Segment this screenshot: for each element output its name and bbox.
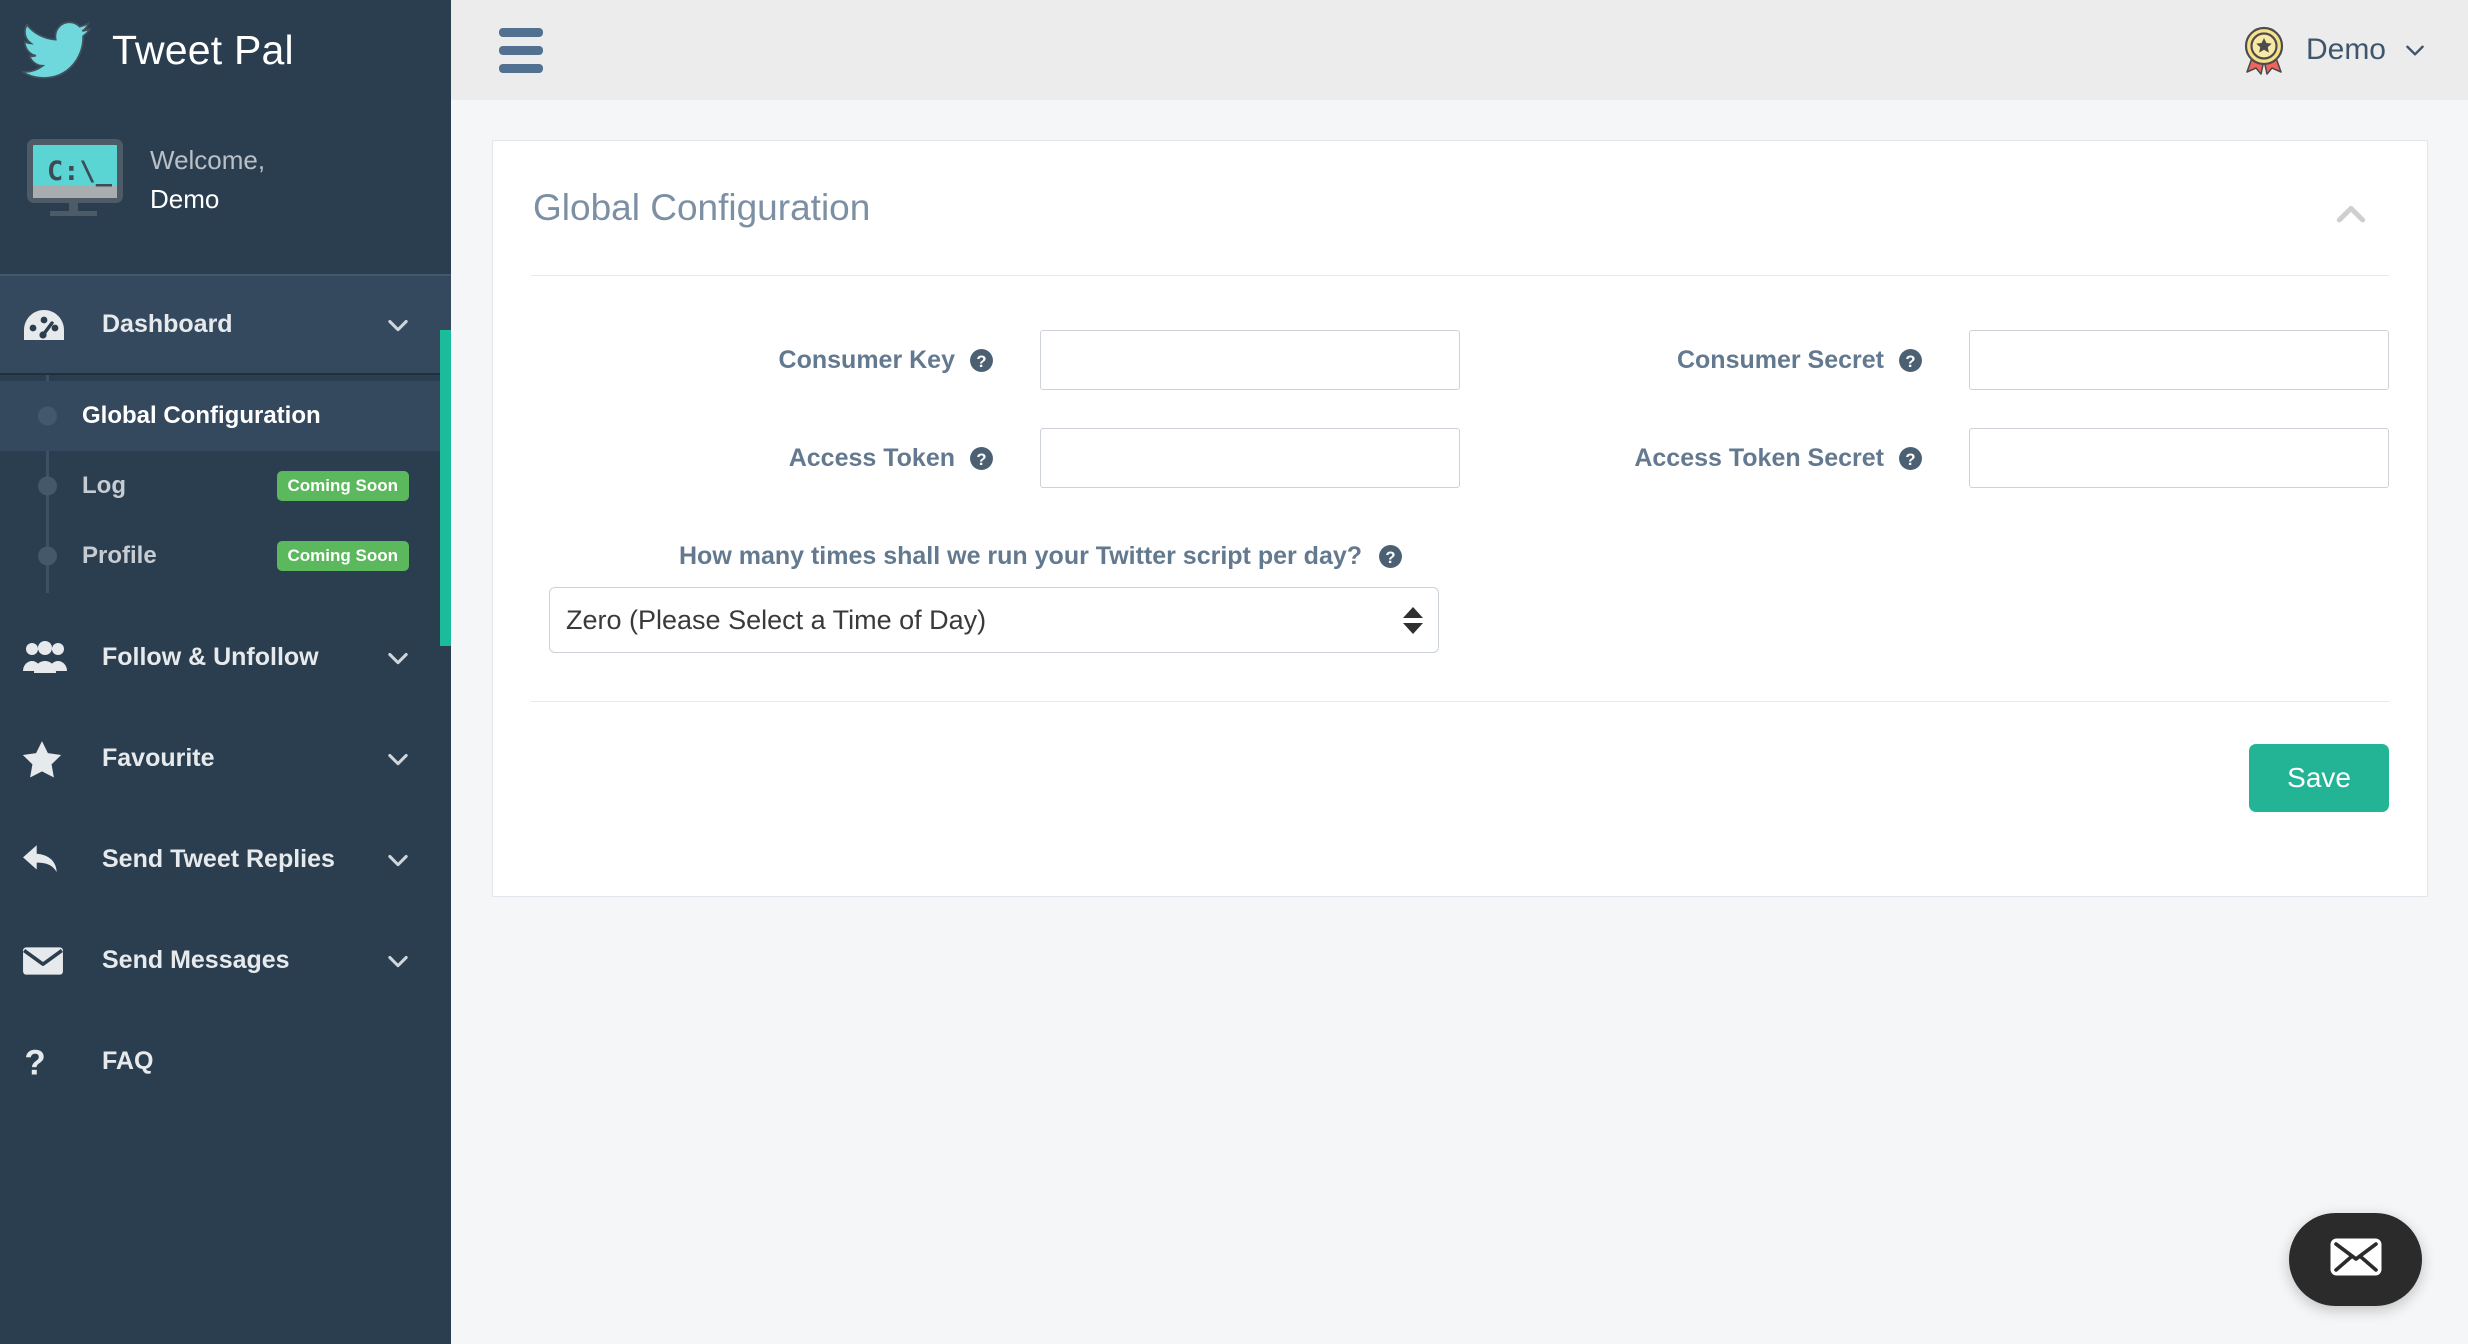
sidebar-subitem-label: Log	[82, 472, 277, 500]
chevron-down-icon	[383, 744, 413, 774]
topbar-user-name: Demo	[2306, 33, 2386, 67]
field-label-text: Consumer Secret	[1677, 346, 1884, 375]
sidebar-item-send-messages[interactable]: Send Messages	[0, 910, 451, 1011]
sidebar-item-log[interactable]: Log Coming Soon	[0, 451, 451, 521]
field-consumer-secret: Consumer Secret ?	[1460, 330, 2389, 428]
global-configuration-card: Global Configuration Consumer Key	[492, 140, 2428, 897]
svg-text:?: ?	[24, 1043, 45, 1080]
twitter-bird-icon	[22, 21, 92, 79]
sidebar-active-accent-bar	[440, 330, 451, 646]
sidebar-item-faq[interactable]: ? FAQ	[0, 1011, 451, 1112]
sidebar-item-favourite[interactable]: Favourite	[0, 708, 451, 809]
envelope-icon	[2329, 1237, 2383, 1282]
sidebar-item-label: Send Messages	[102, 946, 383, 975]
sidebar-subitem-label: Global Configuration	[82, 402, 409, 430]
field-label: Access Token Secret ?	[1634, 444, 1923, 473]
field-label-text: Consumer Key	[779, 346, 955, 375]
svg-text:?: ?	[976, 449, 986, 468]
status-badge: Coming Soon	[277, 471, 409, 501]
card-header: Global Configuration	[493, 141, 2427, 237]
sidebar-item-label: Dashboard	[102, 310, 383, 339]
content-area: Global Configuration Consumer Key	[451, 100, 2468, 897]
svg-text:?: ?	[976, 351, 986, 370]
svg-text:?: ?	[1385, 548, 1395, 567]
help-circle-icon[interactable]: ?	[1898, 348, 1923, 373]
user-panel: C:\_ Welcome, Demo	[0, 100, 451, 274]
help-circle-icon[interactable]: ?	[969, 446, 994, 471]
field-consumer-key: Consumer Key ?	[531, 330, 1460, 428]
chevron-down-icon	[383, 310, 413, 340]
field-label-text: Access Token	[789, 444, 955, 473]
svg-text:?: ?	[1905, 449, 1915, 468]
sidebar-item-profile[interactable]: Profile Coming Soon	[0, 521, 451, 591]
question-mark-icon: ?	[22, 1043, 78, 1081]
svg-text:?: ?	[1905, 351, 1915, 370]
card-body: Consumer Key ?	[493, 276, 2427, 702]
welcome-label: Welcome,	[150, 145, 265, 176]
user-menu[interactable]: Demo	[2238, 24, 2428, 76]
status-badge: Coming Soon	[277, 541, 409, 571]
topbar: Demo	[451, 0, 2468, 100]
help-circle-icon[interactable]: ?	[1898, 446, 1923, 471]
frequency-label: How many times shall we run your Twitter…	[679, 542, 1403, 571]
users-group-icon	[22, 641, 78, 675]
chevron-up-icon[interactable]	[2329, 193, 2373, 237]
main-area: Demo Global Configuration	[451, 0, 2468, 1344]
sidebar-item-label: Follow & Unfollow	[102, 643, 383, 672]
brand-title: Tweet Pal	[112, 27, 294, 74]
consumer-key-input[interactable]	[1040, 330, 1460, 390]
chevron-down-icon	[2402, 37, 2428, 63]
sidebar-item-send-tweet-replies[interactable]: Send Tweet Replies	[0, 809, 451, 910]
help-circle-icon[interactable]: ?	[1378, 544, 1403, 569]
brand-header[interactable]: Tweet Pal	[0, 0, 451, 100]
sidebar-item-label: FAQ	[102, 1047, 413, 1076]
sidebar-item-follow-unfollow[interactable]: Follow & Unfollow	[0, 607, 451, 708]
save-button[interactable]: Save	[2249, 744, 2389, 812]
sidebar-subitem-label: Profile	[82, 542, 277, 570]
access-token-secret-input[interactable]	[1969, 428, 2389, 488]
chevron-down-icon	[383, 643, 413, 673]
frequency-field: How many times shall we run your Twitter…	[531, 542, 2389, 653]
app-root: Tweet Pal C:\_ Welcome, Demo	[0, 0, 2468, 1344]
sidebar: Tweet Pal C:\_ Welcome, Demo	[0, 0, 451, 1344]
hamburger-menu-icon[interactable]	[493, 22, 549, 79]
card-footer: Save	[493, 702, 2427, 896]
dashboard-gauge-icon	[22, 308, 78, 342]
award-medal-icon	[2238, 24, 2290, 76]
field-label: Consumer Key ?	[779, 346, 994, 375]
access-token-input[interactable]	[1040, 428, 1460, 488]
sidebar-submenu-dashboard: Global Configuration Log Coming Soon Pro…	[0, 375, 451, 607]
field-access-token: Access Token ?	[531, 428, 1460, 526]
user-name: Demo	[150, 184, 265, 215]
frequency-label-text: How many times shall we run your Twitter…	[679, 542, 1362, 571]
sidebar-item-global-configuration[interactable]: Global Configuration	[0, 381, 451, 451]
svg-text:C:\_: C:\_	[47, 156, 113, 187]
field-label: Consumer Secret ?	[1677, 346, 1923, 375]
consumer-secret-input[interactable]	[1969, 330, 2389, 390]
terminal-monitor-icon: C:\_	[26, 138, 124, 222]
page-title: Global Configuration	[531, 187, 870, 229]
field-access-token-secret: Access Token Secret ?	[1460, 428, 2389, 526]
star-icon	[22, 740, 78, 778]
credentials-form: Consumer Key ?	[531, 330, 2389, 526]
message-fab-button[interactable]	[2289, 1213, 2422, 1306]
sidebar-item-dashboard[interactable]: Dashboard	[0, 274, 451, 375]
field-label-text: Access Token Secret	[1634, 444, 1884, 473]
chevron-down-icon	[383, 845, 413, 875]
sidebar-nav: Dashboard Global Configuration Log Comin…	[0, 274, 451, 1112]
sidebar-item-label: Favourite	[102, 744, 383, 773]
reply-arrow-icon	[22, 843, 78, 877]
frequency-select-wrapper: Zero (Please Select a Time of Day)	[549, 587, 1439, 653]
help-circle-icon[interactable]: ?	[969, 348, 994, 373]
envelope-icon	[22, 946, 78, 976]
chevron-down-icon	[383, 946, 413, 976]
field-label: Access Token ?	[789, 444, 994, 473]
frequency-select[interactable]: Zero (Please Select a Time of Day)	[549, 587, 1439, 653]
sidebar-item-label: Send Tweet Replies	[102, 845, 383, 874]
